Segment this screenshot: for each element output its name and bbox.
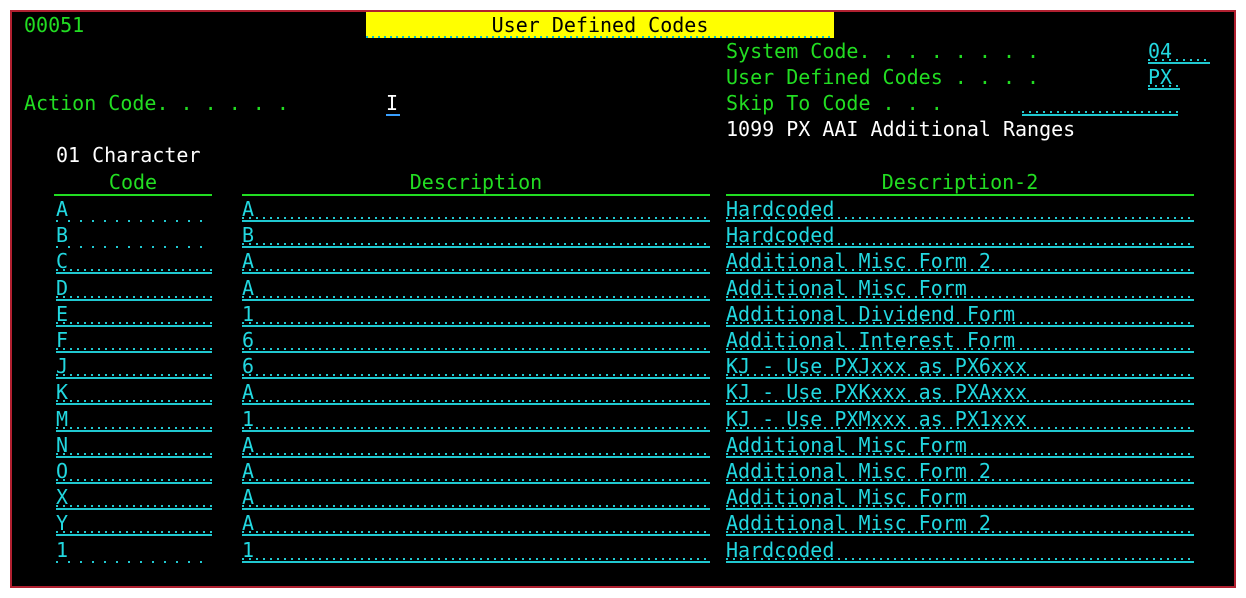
skip-to-code-label: Skip To Code . . . (726, 91, 943, 115)
code-type-label: 01 Character (56, 143, 201, 167)
screen-title: User Defined Codes (366, 12, 834, 38)
table-cell-description[interactable]: 1 (242, 406, 710, 432)
system-code-field[interactable]: 04 (1148, 38, 1210, 64)
table-cell-description-2[interactable]: Additional Misc Form 2 (726, 458, 1194, 484)
table-cell-description[interactable]: 6 (242, 327, 710, 353)
table-cell-code[interactable]: B (56, 222, 212, 248)
table-cell-description-2[interactable]: Additional Misc Form (726, 275, 1194, 301)
program-id: 00051 (24, 13, 85, 37)
table-cell-code[interactable]: E (56, 301, 212, 327)
system-code-label: System Code. . . . . . . . (726, 39, 1040, 63)
table-cell-description[interactable]: 1 (242, 537, 710, 563)
table-cell-description[interactable]: A (242, 484, 710, 510)
action-code-label: Action Code. . . . . . (24, 91, 289, 115)
table-cell-code[interactable]: O (56, 458, 212, 484)
table-cell-description[interactable]: 1 (242, 301, 710, 327)
table-cell-code[interactable]: 1 (56, 537, 212, 563)
table-cell-description-2[interactable]: KJ - Use PXMxxx as PX1xxx (726, 406, 1194, 432)
table-cell-code[interactable]: C (56, 248, 212, 274)
table-cell-code[interactable]: J (56, 353, 212, 379)
action-code-field[interactable]: I (386, 90, 400, 116)
table-cell-description-2[interactable]: Hardcoded (726, 537, 1194, 563)
table-cell-description[interactable]: A (242, 379, 710, 405)
table-cell-code[interactable]: M (56, 406, 212, 432)
table-cell-code[interactable]: A (56, 196, 212, 222)
column-header-description-2: Description-2 (726, 170, 1194, 196)
table-cell-description[interactable]: A (242, 275, 710, 301)
udc-label: User Defined Codes . . . . (726, 65, 1040, 89)
table-cell-code[interactable]: F (56, 327, 212, 353)
table-cell-description-2[interactable]: KJ - Use PXKxxx as PXAxxx (726, 379, 1194, 405)
table-cell-description[interactable]: A (242, 510, 710, 536)
table-cell-description-2[interactable]: Additional Misc Form (726, 432, 1194, 458)
table-cell-description[interactable]: A (242, 196, 710, 222)
column-header-description: Description (242, 170, 710, 196)
table-cell-description[interactable]: 6 (242, 353, 710, 379)
table-cell-code[interactable]: X (56, 484, 212, 510)
table-cell-code[interactable]: N (56, 432, 212, 458)
table-cell-description[interactable]: B (242, 222, 710, 248)
table-cell-description[interactable]: A (242, 458, 710, 484)
table-cell-description-2[interactable]: Additional Interest Form (726, 327, 1194, 353)
udc-description: 1099 PX AAI Additional Ranges (726, 117, 1076, 141)
table-cell-description[interactable]: A (242, 248, 710, 274)
table-cell-code[interactable]: Y (56, 510, 212, 536)
table-cell-description-2[interactable]: Hardcoded (726, 196, 1194, 222)
table-cell-description-2[interactable]: Additional Misc Form 2 (726, 510, 1194, 536)
skip-to-code-field[interactable] (1022, 90, 1178, 116)
table-cell-description-2[interactable]: Additional Misc Form (726, 484, 1194, 510)
terminal-screen: 00051 User Defined Codes System Code. . … (10, 10, 1236, 588)
table-cell-description[interactable]: A (242, 432, 710, 458)
table-cell-code[interactable]: K (56, 379, 212, 405)
table-cell-description-2[interactable]: Additional Dividend Form (726, 301, 1194, 327)
column-header-code: Code (54, 170, 212, 196)
table-cell-code[interactable]: D (56, 275, 212, 301)
table-cell-description-2[interactable]: KJ - Use PXJxxx as PX6xxx (726, 353, 1194, 379)
udc-field[interactable]: PX (1148, 64, 1180, 90)
table-cell-description-2[interactable]: Additional Misc Form 2 (726, 248, 1194, 274)
table-cell-description-2[interactable]: Hardcoded (726, 222, 1194, 248)
